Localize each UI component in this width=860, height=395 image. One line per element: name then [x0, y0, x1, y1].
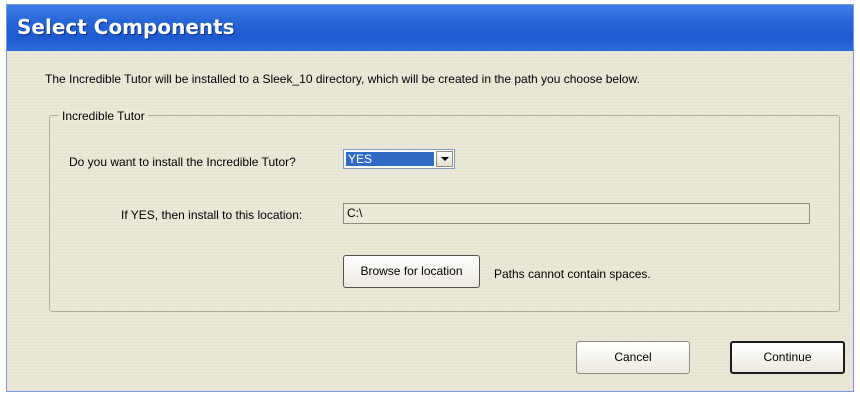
dialog-title: Select Components — [17, 15, 235, 39]
paths-hint-text: Paths cannot contain spaces. — [494, 267, 651, 281]
continue-button[interactable]: Continue — [730, 341, 845, 374]
cancel-button[interactable]: Cancel — [576, 341, 690, 374]
group-legend: Incredible Tutor — [59, 109, 148, 123]
install-select-value: YES — [346, 152, 434, 166]
install-question-label: Do you want to install the Incredible Tu… — [69, 155, 296, 169]
chevron-down-icon — [440, 157, 449, 161]
install-location-field[interactable]: C:\ — [343, 203, 810, 224]
browse-location-button[interactable]: Browse for location — [343, 255, 480, 288]
setup-dialog: Select Components The Incredible Tutor w… — [6, 4, 854, 392]
dropdown-arrow-button[interactable] — [436, 151, 453, 167]
intro-text: The Incredible Tutor will be installed t… — [45, 72, 640, 86]
location-label: If YES, then install to this location: — [121, 208, 303, 222]
install-select[interactable]: YES — [343, 149, 455, 169]
title-bar: Select Components — [7, 5, 853, 51]
